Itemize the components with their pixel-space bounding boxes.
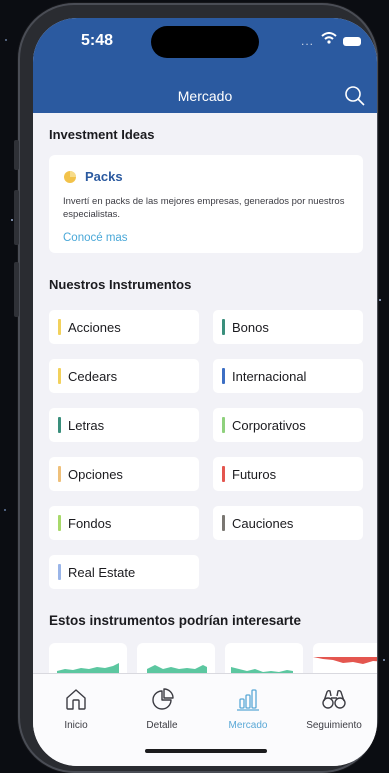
instrument-color-bar [58,319,61,335]
instrument-label: Bonos [232,319,269,335]
sparkline [313,657,377,664]
tab-mercado[interactable]: Mercado [205,684,291,731]
battery-icon [343,37,361,46]
instrument-fondos[interactable]: Fondos [49,506,199,540]
instrument-label: Real Estate [68,564,136,580]
instrument-label: Cedears [68,368,118,384]
instrument-label: Letras [68,417,105,433]
signal-dots: ... [301,34,315,48]
instrument-color-bar [58,564,61,580]
instrument-corporativos[interactable]: Corporativos [213,408,363,442]
sparkline [231,667,293,673]
packs-title: Packs [85,169,123,184]
instrument-color-bar [58,515,61,531]
suggested-title: Estos instrumentos podrían interesarte [49,613,302,628]
tab-label: Mercado [228,720,268,731]
instrument-cedears[interactable]: Cedears [49,359,199,393]
suggested-instrument-card[interactable] [225,643,303,673]
instrument-opciones[interactable]: Opciones [49,457,199,491]
instrument-real-estate[interactable]: Real Estate [49,555,199,589]
instrument-color-bar [222,515,225,531]
instrument-label: Opciones [68,466,123,482]
instrument-bonos[interactable]: Bonos [213,310,363,344]
pie-chart-icon [64,170,76,183]
bar-chart-icon [237,689,259,711]
instrument-acciones[interactable]: Acciones [49,310,199,344]
app-header: 5:48 ... Mercado [33,18,377,113]
phone-side-button [14,190,19,245]
suggested-instrument-card[interactable] [49,643,127,673]
packs-learn-more-link[interactable]: Conocé mas [63,232,128,244]
home-indicator [145,749,267,753]
tab-label: Detalle [146,720,178,731]
tab-seguimiento[interactable]: Seguimiento [291,684,377,731]
phone-side-button [14,262,19,317]
dynamic-island [151,26,259,58]
tab-label: Seguimiento [306,720,362,731]
instrument-label: Acciones [68,319,121,335]
search-icon[interactable] [343,84,367,108]
instrument-label: Cauciones [232,515,294,531]
wifi-icon [321,32,337,44]
phone-side-button [14,140,19,170]
instruments-title: Nuestros Instrumentos [49,277,192,292]
packs-description: Invertí en packs de las mejores empresas… [63,196,345,220]
instrument-color-bar [58,417,61,433]
tab-label: Inicio [64,720,88,731]
instrument-futuros[interactable]: Futuros [213,457,363,491]
tab-detalle[interactable]: Detalle [119,684,205,731]
suggested-instrument-card[interactable] [313,643,377,673]
status-time: 5:48 [81,32,114,49]
suggested-instrument-card[interactable] [137,643,215,673]
binoculars-icon [322,689,346,709]
home-icon [66,689,86,710]
instrument-color-bar [222,319,225,335]
bottom-tab-bar: Inicio Detalle Mercado Seguimiento [33,673,377,766]
sparkline [147,665,207,673]
instrument-color-bar [58,466,61,482]
pie-chart-icon [152,688,174,710]
instrument-label: Internacional [232,368,307,384]
instrument-color-bar [222,368,225,384]
instrument-color-bar [58,368,61,384]
main-content: Investment Ideas Packs Invertí en packs … [33,113,377,673]
instrument-letras[interactable]: Letras [49,408,199,442]
instrument-cauciones[interactable]: Cauciones [213,506,363,540]
tab-inicio[interactable]: Inicio [33,684,119,731]
packs-card[interactable]: Packs Invertí en packs de las mejores em… [49,155,363,253]
app-screen: 5:48 ... Mercado Investment Ideas Packs … [33,18,377,766]
instrument-label: Futuros [232,466,277,482]
investment-ideas-title: Investment Ideas [49,127,155,142]
instrument-label: Corporativos [232,417,306,433]
sparkline [57,663,119,673]
instrument-label: Fondos [68,515,112,531]
instrument-color-bar [222,417,225,433]
instrument-color-bar [222,466,225,482]
instrument-internacional[interactable]: Internacional [213,359,363,393]
page-title: Mercado [177,88,233,104]
